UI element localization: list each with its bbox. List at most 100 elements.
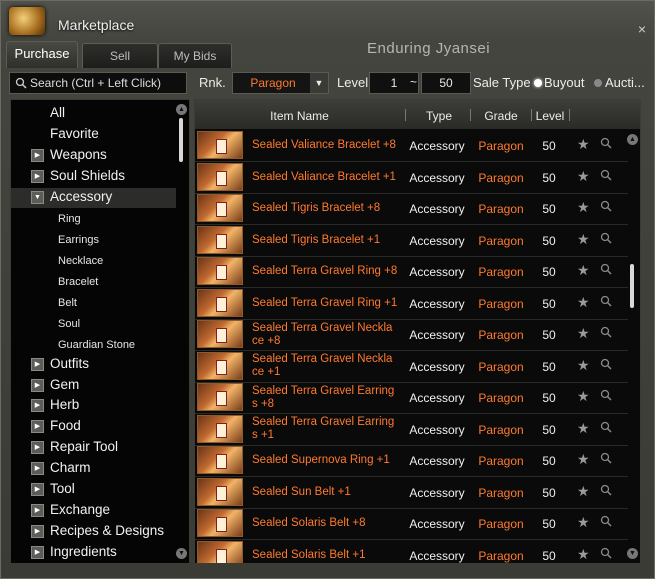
tab-my-bids[interactable]: My Bids — [158, 43, 232, 68]
scroll-down-icon[interactable]: ▼ — [627, 548, 638, 559]
expand-icon[interactable]: ▶ — [31, 525, 44, 538]
table-row[interactable]: Sealed Terra Gravel Neckla ce +8 Accessory… — [195, 319, 628, 351]
expand-icon[interactable]: ▶ — [31, 379, 44, 392]
subcategory-soul[interactable]: Soul — [58, 318, 80, 330]
category-charm[interactable]: ▶ Charm — [11, 459, 176, 479]
category-favorite[interactable]: Favorite — [11, 125, 176, 145]
category-exchange[interactable]: ▶ Exchange — [11, 501, 176, 521]
sidebar-scroll-thumb[interactable] — [179, 118, 183, 162]
sidebar-scrollbar[interactable]: ▲ ▼ — [176, 100, 187, 563]
subcategory-guardian-stone[interactable]: Guardian Stone — [58, 339, 135, 351]
table-row[interactable]: Sealed Terra Gravel Neckla ce +1 Accessory… — [195, 351, 628, 383]
magnifier-icon[interactable] — [600, 263, 612, 275]
subcategory-bracelet[interactable]: Bracelet — [58, 276, 98, 288]
table-row[interactable]: Sealed Terra Gravel Earring s +8 Accessory… — [195, 382, 628, 414]
magnifier-icon[interactable] — [600, 452, 612, 464]
expand-icon[interactable]: ▶ — [31, 399, 44, 412]
table-row[interactable]: Sealed Supernova Ring +1 Accessory Paragon… — [195, 445, 628, 477]
scroll-up-icon[interactable]: ▲ — [176, 104, 187, 115]
star-icon[interactable]: ★ — [577, 136, 590, 153]
category-food[interactable]: ▶ Food — [11, 417, 176, 437]
subcategory-belt[interactable]: Belt — [58, 297, 77, 309]
star-icon[interactable]: ★ — [577, 483, 590, 500]
tab-purchase[interactable]: Purchase — [6, 41, 78, 68]
auction-label[interactable]: Aucti... — [605, 75, 645, 90]
table-row[interactable]: Sealed Solaris Belt +1 Accessory Paragon 50… — [195, 540, 628, 563]
list-scrollbar[interactable]: ▲ ▼ — [627, 130, 638, 562]
magnifier-icon[interactable] — [600, 295, 612, 307]
expand-icon[interactable]: ▶ — [31, 420, 44, 433]
star-icon[interactable]: ★ — [577, 420, 590, 437]
magnifier-icon[interactable] — [600, 484, 612, 496]
star-icon[interactable]: ★ — [577, 325, 590, 342]
category-all[interactable]: All — [11, 104, 176, 124]
category-outfits[interactable]: ▶ Outfits — [11, 355, 176, 375]
table-row[interactable]: Sealed Sun Belt +1 Accessory Paragon 50 ★ — [195, 477, 628, 509]
scroll-up-icon[interactable]: ▲ — [627, 134, 638, 145]
star-icon[interactable]: ★ — [577, 294, 590, 311]
list-scroll-thumb[interactable] — [630, 264, 634, 308]
star-icon[interactable]: ★ — [577, 168, 590, 185]
expand-icon[interactable]: ▶ — [31, 358, 44, 371]
star-icon[interactable]: ★ — [577, 231, 590, 248]
magnifier-icon[interactable] — [600, 137, 612, 149]
buyout-radio[interactable] — [534, 79, 542, 87]
magnifier-icon[interactable] — [600, 421, 612, 433]
category-herb[interactable]: ▶ Herb — [11, 396, 176, 416]
category-recipes-designs[interactable]: ▶ Recipes & Designs — [11, 522, 176, 542]
buyout-label[interactable]: Buyout — [544, 75, 584, 90]
magnifier-icon[interactable] — [600, 358, 612, 370]
rank-dropdown[interactable]: Paragon ▼ — [232, 72, 329, 94]
magnifier-icon[interactable] — [600, 200, 612, 212]
title-bar[interactable]: Marketplace Enduring Jyansei × — [1, 1, 654, 57]
expand-icon[interactable]: ▶ — [31, 546, 44, 559]
header-item-name[interactable]: Item Name — [247, 109, 352, 123]
star-icon[interactable]: ★ — [577, 357, 590, 374]
table-row[interactable]: Sealed Tigris Bracelet +8 Accessory Parago… — [195, 193, 628, 225]
magnifier-icon[interactable] — [600, 515, 612, 527]
search-field[interactable] — [9, 72, 187, 94]
category-tool[interactable]: ▶ Tool — [11, 480, 176, 500]
table-row[interactable]: Sealed Tigris Bracelet +1 Accessory Parago… — [195, 225, 628, 257]
table-row[interactable]: Sealed Valiance Bracelet +8 Accessory Para… — [195, 130, 628, 162]
category-ingredients[interactable]: ▶ Ingredients — [11, 543, 176, 563]
star-icon[interactable]: ★ — [577, 546, 590, 563]
category-accessory[interactable]: ▼ Accessory — [11, 188, 176, 208]
category-gem[interactable]: ▶ Gem — [11, 376, 176, 396]
search-input[interactable] — [30, 74, 184, 92]
table-row[interactable]: Sealed Terra Gravel Earring s +1 Accessory… — [195, 414, 628, 446]
expand-icon[interactable]: ▶ — [31, 462, 44, 475]
table-row[interactable]: Sealed Solaris Belt +8 Accessory Paragon 50… — [195, 508, 628, 540]
expand-icon[interactable]: ▶ — [31, 441, 44, 454]
auction-radio[interactable] — [594, 79, 602, 87]
subcategory-ring[interactable]: Ring — [58, 213, 81, 225]
header-grade[interactable]: Grade — [473, 109, 529, 123]
magnifier-icon[interactable] — [600, 169, 612, 181]
expand-icon[interactable]: ▶ — [31, 483, 44, 496]
star-icon[interactable]: ★ — [577, 388, 590, 405]
chevron-down-icon[interactable]: ▼ — [310, 73, 328, 93]
expand-icon[interactable]: ▶ — [31, 504, 44, 517]
expand-icon[interactable]: ▶ — [31, 170, 44, 183]
expand-icon[interactable]: ▶ — [31, 149, 44, 162]
category-weapons[interactable]: ▶ Weapons — [11, 146, 176, 166]
table-row[interactable]: Sealed Terra Gravel Ring +1 Accessory Para… — [195, 288, 628, 320]
header-type[interactable]: Type — [409, 109, 469, 123]
collapse-icon[interactable]: ▼ — [31, 191, 44, 204]
star-icon[interactable]: ★ — [577, 262, 590, 279]
magnifier-icon[interactable] — [600, 547, 612, 559]
category-repair-tool[interactable]: ▶ Repair Tool — [11, 438, 176, 458]
subcategory-necklace[interactable]: Necklace — [58, 255, 103, 267]
close-icon[interactable]: × — [638, 21, 646, 37]
subcategory-earrings[interactable]: Earrings — [58, 234, 99, 246]
magnifier-icon[interactable] — [600, 326, 612, 338]
scroll-down-icon[interactable]: ▼ — [176, 548, 187, 559]
header-level[interactable]: Level — [533, 109, 567, 123]
category-soul-shields[interactable]: ▶ Soul Shields — [11, 167, 176, 187]
table-row[interactable]: Sealed Terra Gravel Ring +8 Accessory Para… — [195, 256, 628, 288]
star-icon[interactable]: ★ — [577, 199, 590, 216]
star-icon[interactable]: ★ — [577, 451, 590, 468]
magnifier-icon[interactable] — [600, 389, 612, 401]
level-max-input[interactable]: 50 — [421, 72, 471, 94]
magnifier-icon[interactable] — [600, 232, 612, 244]
